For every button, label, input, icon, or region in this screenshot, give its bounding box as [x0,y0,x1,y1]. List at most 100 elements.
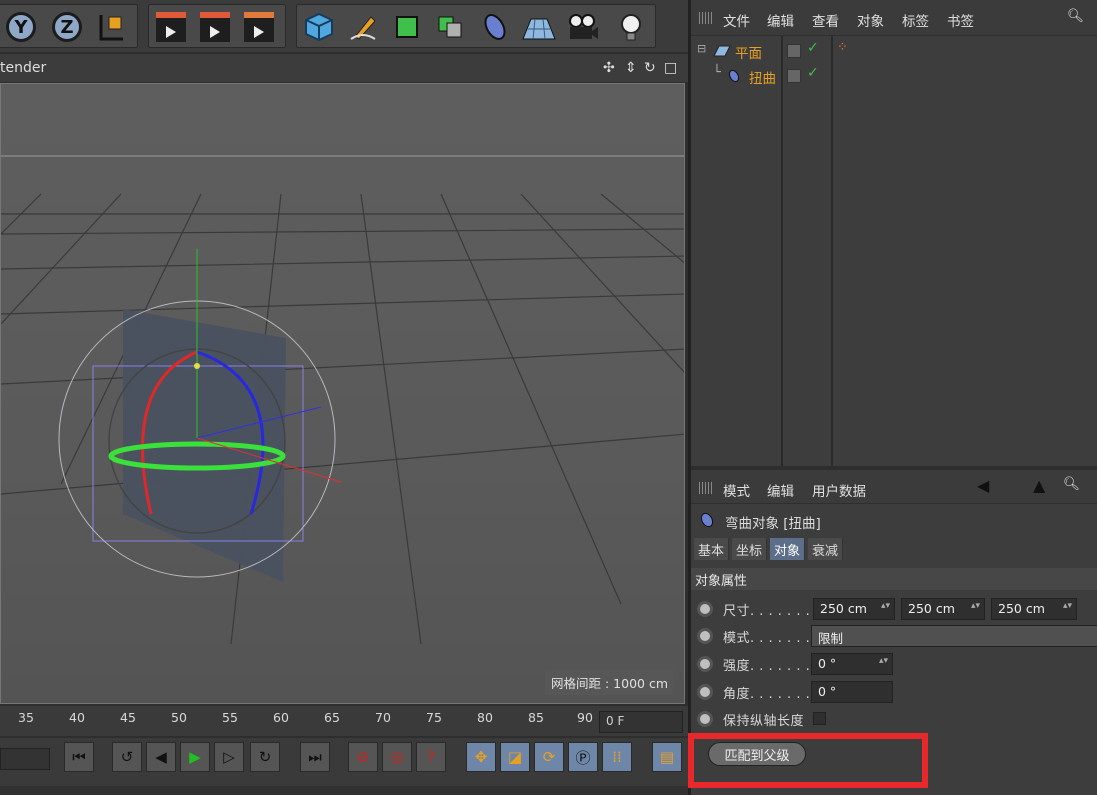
scale-key-button[interactable]: ◪ [500,742,530,772]
next-key-button[interactable]: ↻ [250,742,280,772]
menu-user-data[interactable]: 用户数据 [812,480,866,500]
size-y-field[interactable]: 250 cm ▴▾ [901,598,985,620]
tab-basic[interactable]: 基本 [694,538,730,560]
angle-field[interactable]: 0 ° [811,681,893,703]
size-z-field[interactable]: 250 cm ▴▾ [991,598,1077,620]
menu-file[interactable]: 文件 [723,10,750,30]
move-view-icon[interactable]: ✣ [603,60,615,76]
panel-grip-icon[interactable] [699,482,713,494]
timeline-window-button[interactable]: ▤ [652,742,682,772]
previous-key-icon: ↺ [120,748,134,766]
menu-tag[interactable]: 标签 [902,10,929,30]
tab-object[interactable]: 对象 [770,538,806,560]
enabled-check-icon[interactable]: ✓ [807,65,819,81]
subdivision-button[interactable] [389,10,425,44]
floor-button[interactable] [521,10,557,44]
back-arrow-icon[interactable]: ◀ [977,476,989,495]
menu-mode[interactable]: 模式 [723,480,750,500]
search-icon[interactable]: 🔍︎ [1063,476,1080,492]
timeline-ruler[interactable]: 35 40 45 50 55 60 65 70 75 80 85 90 0 F [0,706,690,736]
array-button[interactable] [433,10,469,44]
tag-icon[interactable]: ⁘ [837,40,848,55]
object-name[interactable]: 扭曲 [749,67,776,87]
zoom-view-icon[interactable]: ⇕ [625,60,637,76]
keep-length-checkbox[interactable] [813,712,826,725]
record-keys-button[interactable]: ⊘ [348,742,378,772]
menu-view[interactable]: 查看 [812,10,839,30]
spinner-icon[interactable]: ▴▾ [1063,601,1072,611]
mode-dropdown[interactable]: 限制 [811,625,1097,647]
rotation-key-button[interactable]: ⟳ [534,742,564,772]
camera-button[interactable] [565,10,601,44]
subdivision-icon [396,16,418,38]
axis-y-button[interactable]: Y [3,10,39,44]
point-level-key-button[interactable]: ⁞⁞ [602,742,632,772]
deformer-button[interactable] [477,10,513,44]
layer-icon[interactable] [787,44,801,58]
coordinate-system-button[interactable] [93,10,129,44]
position-key-button[interactable]: ✥ [466,742,496,772]
axis-z-button[interactable]: Z [49,10,85,44]
up-arrow-icon[interactable]: ▲ [1033,476,1045,495]
3d-viewport[interactable]: 网格间距 : 1000 cm [0,83,685,704]
tick-label: 35 [18,710,34,725]
spinner-icon[interactable]: ▴▾ [879,656,888,666]
current-frame-field[interactable]: 0 F [599,711,683,733]
autokey-button[interactable]: ◎ [382,742,412,772]
next-key-icon: ↻ [258,748,272,766]
render-view-icon [156,12,186,42]
cube-button[interactable] [301,10,337,44]
step-back-icon: ◀ [155,748,167,766]
next-frame-button[interactable]: ▷ [214,742,244,772]
layer-icon[interactable] [787,69,801,83]
animation-key-icon[interactable] [697,628,713,644]
object-title: 弯曲对象 [扭曲] [725,516,821,532]
tick-label: 70 [375,710,391,725]
keyframe-selection-button[interactable]: ? [416,742,446,772]
previous-frame-button[interactable]: ◀ [146,742,176,772]
start-frame-field[interactable] [0,748,50,770]
tab-falloff[interactable]: 衰减 [808,538,844,560]
animation-key-icon[interactable] [697,656,713,672]
render-to-picture-viewer-button[interactable] [197,10,233,44]
animation-key-icon[interactable] [697,684,713,700]
render-view-button[interactable] [153,10,189,44]
pen-spline-button[interactable] [345,10,381,44]
size-y-value: 250 cm [908,601,955,616]
light-button[interactable] [613,10,649,44]
spinner-icon[interactable]: ▴▾ [971,601,980,611]
rotate-view-icon[interactable]: ↻ [644,60,656,76]
column-separator [781,36,783,466]
object-name[interactable]: 平面 [735,42,762,62]
menu-edit[interactable]: 编辑 [767,10,794,30]
menu-edit[interactable]: 编辑 [767,480,794,500]
size-x-field[interactable]: 250 cm ▴▾ [813,598,895,620]
previous-key-button[interactable]: ↺ [112,742,142,772]
scale-icon: ◪ [507,748,523,766]
size-x-value: 250 cm [820,601,867,616]
object-row-twist[interactable]: └ 扭曲 ✓ [691,65,1097,89]
animation-key-icon[interactable] [697,601,713,617]
animation-key-icon[interactable] [697,711,713,727]
menu-bookmark[interactable]: 书签 [947,10,974,30]
deformer-icon [728,69,740,83]
maximize-view-icon[interactable]: □ [664,60,677,76]
enabled-check-icon[interactable]: ✓ [807,40,819,56]
search-icon[interactable]: 🔍︎ [1067,8,1084,24]
parameter-key-button[interactable]: Ⓟ [568,742,598,772]
collapse-icon[interactable]: ⊟ [697,42,706,55]
tick-label: 85 [528,710,544,725]
render-settings-button[interactable] [241,10,277,44]
go-to-start-button[interactable]: ⏮ [64,742,94,772]
bottom-strip [0,786,690,795]
strength-field[interactable]: 0 ° ▴▾ [811,653,893,675]
playback-controls: ⏮ ↺ ◀ ▶ ▷ ↻ ⏭ ⊘ ◎ ? ✥ ◪ ⟳ Ⓟ ⁞⁞ ▤ [0,738,690,786]
play-button[interactable]: ▶ [180,742,210,772]
go-to-end-button[interactable]: ⏭ [300,742,330,772]
panel-grip-icon[interactable] [699,12,713,24]
menu-object[interactable]: 对象 [857,10,884,30]
tab-coordinates[interactable]: 坐标 [732,538,768,560]
object-row-plane[interactable]: ⊟ 平面 ✓ ⁘ [691,40,1097,64]
spinner-icon[interactable]: ▴▾ [881,601,890,611]
autokey-icon: ◎ [390,748,404,766]
